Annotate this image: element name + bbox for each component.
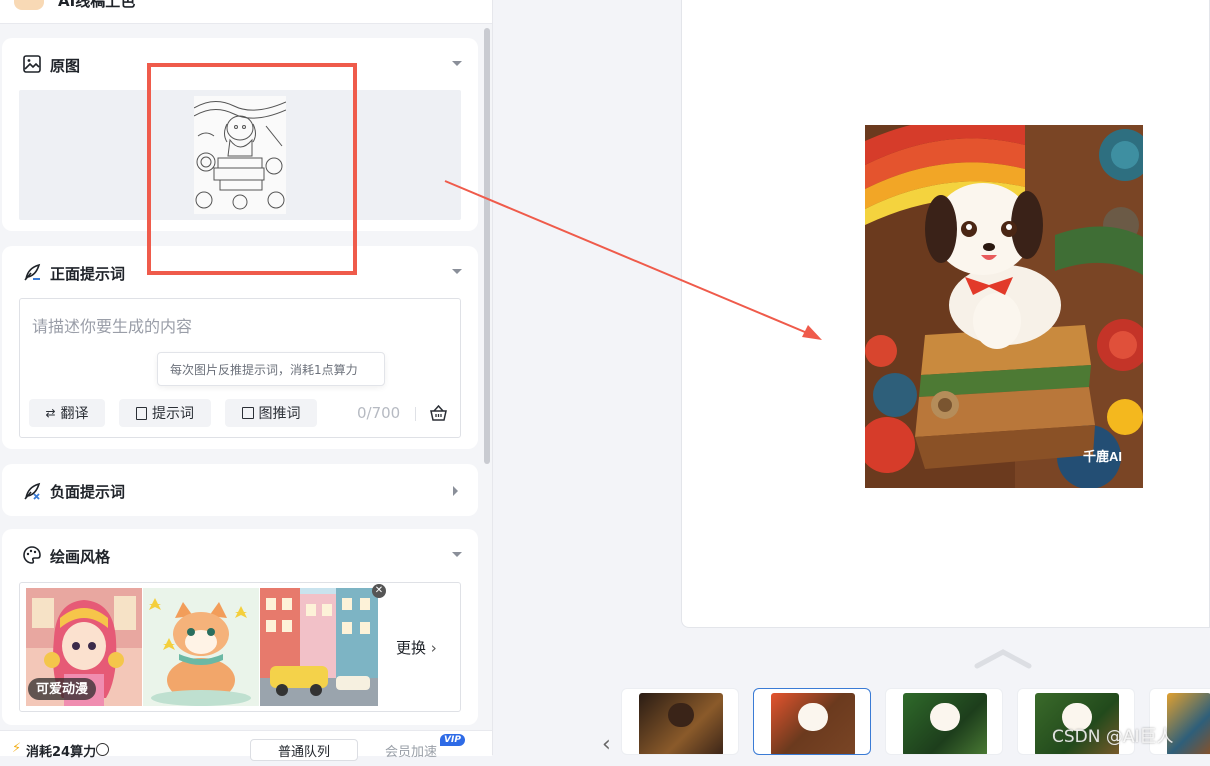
char-counter: 0/700 <box>357 404 401 422</box>
prompt-library-button[interactable]: 提示词 <box>119 399 211 427</box>
footer-bar: ⚡ 消耗24算力 普通队列 会员加速 VIP <box>0 730 492 761</box>
prompt-placeholder: 请描述你要生成的内容 <box>32 317 193 336</box>
prev-arrow-icon[interactable]: ‹ <box>602 734 611 756</box>
divider <box>415 407 416 421</box>
collapse-chevron-icon[interactable] <box>452 61 462 66</box>
tab-normal-queue-label: 普通队列 <box>277 745 330 760</box>
thumb-dog-head <box>668 703 694 727</box>
prompt-library-label: 提示词 <box>152 406 194 422</box>
style-selector[interactable]: ✕ 可爱动漫 更换 › <box>19 582 461 712</box>
annotation-highlight-box <box>147 63 357 275</box>
app-logo <box>14 0 44 10</box>
palette-icon <box>23 546 41 564</box>
generated-image[interactable]: 千鹿AI <box>865 125 1143 488</box>
bolt-icon: ⚡ <box>12 741 22 756</box>
change-style-label: 更换 <box>396 639 427 657</box>
annotation-arrow <box>444 180 822 340</box>
prompt-textarea[interactable]: 请描述你要生成的内容 每次图片反推提示词，消耗1点算力 ⇄ 翻译 提示词 图推词… <box>19 298 461 438</box>
chevron-right-icon: › <box>430 639 437 657</box>
history-thumb-selected[interactable] <box>753 688 871 755</box>
cost-text: 消耗24算力 <box>26 745 97 760</box>
expand-chevron-icon[interactable] <box>453 486 458 496</box>
credit-watermark: CSDN @AI巨人 <box>1052 727 1174 747</box>
translate-icon: ⇄ <box>45 406 56 420</box>
vip-badge: VIP <box>440 734 465 746</box>
feather-pen-negative-icon <box>24 482 41 500</box>
image-to-prompt-button[interactable]: 图推词 <box>225 399 317 427</box>
history-thumb[interactable] <box>621 688 739 755</box>
thumb-dog-head <box>798 703 828 731</box>
negative-prompt-card[interactable]: 负面提示词 <box>2 464 478 516</box>
info-icon[interactable] <box>96 743 109 756</box>
img2prompt-tooltip: 每次图片反推提示词，消耗1点算力 <box>157 352 385 386</box>
translate-button[interactable]: ⇄ 翻译 <box>29 399 105 427</box>
basket-icon[interactable] <box>430 405 447 421</box>
image-to-prompt-label: 图推词 <box>258 406 301 422</box>
style-thumb-street[interactable] <box>260 588 378 706</box>
selected-style-badge: 可爱动漫 <box>28 678 97 700</box>
translate-label: 翻译 <box>60 406 89 422</box>
tooltip-text: 每次图片反推提示词，消耗1点算力 <box>170 363 358 377</box>
feather-pen-icon <box>24 263 41 281</box>
watermark-text: 千鹿AI <box>1083 449 1122 464</box>
tab-normal-queue[interactable]: 普通队列 <box>250 739 358 761</box>
history-thumb[interactable] <box>885 688 1003 755</box>
thumb-dog-head <box>930 703 960 731</box>
collapse-up-chevron-icon[interactable] <box>974 648 1032 670</box>
card-title-negative: 负面提示词 <box>50 483 126 501</box>
tab-vip-speedup-label: 会员加速 <box>384 745 437 760</box>
remove-style-icon[interactable]: ✕ <box>372 584 386 598</box>
selected-style-label: 可爱动漫 <box>36 682 89 697</box>
change-style-button[interactable]: 更换 › <box>396 637 437 658</box>
book-icon <box>136 406 147 420</box>
image-icon <box>23 55 41 73</box>
painting-style-card: 绘画风格 ✕ 可爱动漫 更换 › <box>2 529 478 725</box>
collapse-chevron-icon[interactable] <box>452 552 462 557</box>
positive-prompt-card: 正面提示词 请描述你要生成的内容 每次图片反推提示词，消耗1点算力 ⇄ 翻译 提… <box>2 246 478 449</box>
card-title-positive: 正面提示词 <box>50 265 126 283</box>
card-title-original: 原图 <box>50 57 81 75</box>
app-header: AI线稿上色 <box>0 0 492 24</box>
image-small-icon <box>241 407 254 419</box>
style-thumb-cat[interactable] <box>143 588 259 706</box>
card-title-style: 绘画风格 <box>50 548 111 566</box>
app-title: AI线稿上色 <box>58 0 136 10</box>
